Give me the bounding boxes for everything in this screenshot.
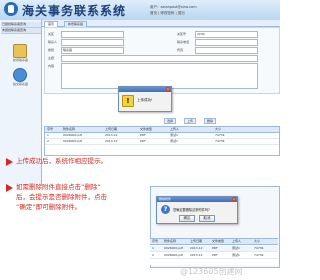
note-step-2-line3: “确定”即可删除附件。 — [16, 203, 82, 211]
form-row: 主题 — [47, 55, 277, 62]
cell: 74734 — [215, 133, 225, 137]
user-info: 用户：asianpost@sina.com — [150, 5, 197, 9]
cell: 74734 — [254, 253, 264, 257]
upload-button[interactable]: 上传 — [184, 118, 197, 124]
warning-icon: ! — [122, 95, 134, 107]
header-links[interactable]: 首页 | 修改密码 | 退出 — [150, 11, 185, 16]
column-header: 上传日期 — [105, 127, 118, 131]
globe-icon[interactable] — [13, 68, 27, 82]
cell: 2013-12 — [105, 133, 118, 137]
note-step-1: 上传成功后，系统作相应提示。 — [16, 157, 107, 165]
column-header: 文件类型 — [140, 127, 153, 131]
phone-field[interactable] — [195, 39, 258, 46]
cell: PDF — [212, 246, 218, 250]
field-label: 内容 — [48, 64, 55, 68]
close-icon[interactable]: × — [166, 87, 170, 91]
watermark: @123605创建网 — [180, 267, 243, 276]
field-label: 关区 — [48, 32, 55, 36]
form-row: 联系人 联系电话 — [47, 39, 277, 46]
table-row[interactable]: 2 0026000.pdf 2013-12 PDF 测试1 74734 — [45, 139, 279, 145]
column-header: 文件类型 — [212, 239, 225, 243]
field-label: 类别 — [48, 48, 55, 52]
cell: PDF — [140, 139, 146, 143]
cell: 测试1 — [170, 139, 178, 143]
cell: 2 — [47, 139, 49, 143]
column-header: 大小 — [254, 239, 261, 243]
cell: 测试1 — [232, 246, 240, 250]
cell: 2013-12 — [105, 139, 118, 143]
column-header: 附件名称 — [164, 239, 177, 243]
arrow-icon — [6, 158, 13, 166]
column-header: 附件名称 — [63, 127, 76, 131]
cell: PDF — [140, 133, 146, 137]
note-step-2-line2: 后，会提示是否删除附件，点击 — [16, 193, 107, 201]
subject-field[interactable] — [61, 55, 258, 62]
column-header: 序号 — [152, 239, 159, 243]
ok-button[interactable]: 确定 — [179, 215, 195, 222]
cell: 2 — [152, 253, 154, 257]
arrow-icon — [6, 184, 13, 192]
field-label: 联系电话 — [177, 40, 190, 44]
close-icon[interactable]: × — [232, 197, 236, 201]
fax-field[interactable] — [195, 47, 258, 54]
field-label: 传真 — [177, 48, 184, 52]
cell: 0026000.pdf — [63, 133, 83, 137]
table-row[interactable]: 2 0026000.pdf 2013-12 PDF 测试1 74734 — [150, 253, 278, 259]
app-title: 海关事务联系系统 — [22, 4, 127, 18]
cell: 1 — [152, 246, 154, 250]
tab-bar: 首页 新增联系函 — [42, 20, 280, 27]
sidebar-label-submit: 提交联系函 — [12, 82, 28, 86]
column-header: 上传人 — [232, 239, 242, 243]
cell: 0026000.pdf — [164, 246, 184, 250]
form-row: 类别 联系函 传真 — [47, 47, 277, 54]
dialog-title: 删除附件 — [159, 197, 172, 201]
cell: 74734 — [254, 246, 264, 250]
cell: 2013-12 — [190, 246, 203, 250]
letter-form: 关区 关区号 2244 联系人 联系电话 类别 联系函 传真 主题 内容 — [44, 27, 280, 94]
sidebar-label-add: 新增联系函 — [12, 58, 28, 62]
cell: 2013-12 — [190, 253, 203, 257]
sidebar-item-unapproved[interactable]: 未报批联系函查询 — [1, 28, 41, 34]
attachment-table: 序号 附件名称 上传日期 文件类型 上传人 大小 1 0026000.pdf 2… — [44, 126, 280, 156]
upload-success-dialog: × ! 上传成功! — [118, 86, 172, 112]
column-header: 上传人 — [170, 127, 180, 131]
cell: 0026000.pdf — [63, 139, 83, 143]
cell: PDF — [212, 253, 218, 257]
delete-confirm-dialog: 删除附件 × ? 您确定要删除这条附件吗? 确定 取消 — [156, 196, 238, 224]
field-label: 主题 — [48, 56, 55, 60]
category-select[interactable]: 联系函 — [61, 47, 124, 54]
dialog-titlebar: 删除附件 × — [157, 197, 237, 202]
cell: 测试1 — [232, 253, 240, 257]
attachment-toolbar: 选择 上传 删除 — [44, 117, 278, 124]
column-header: 上传日期 — [190, 239, 203, 243]
question-icon: ? — [161, 205, 170, 214]
table-header: 序号 附件名称 上传日期 文件类型 上传人 大小 — [150, 239, 278, 245]
cell: 1 — [47, 133, 49, 137]
document-add-icon[interactable] — [13, 44, 27, 58]
column-header: 大小 — [215, 127, 222, 131]
dialog-titlebar: × — [119, 87, 171, 92]
cell: 0026000.pdf — [164, 253, 184, 257]
customs-field[interactable] — [61, 31, 124, 38]
form-row: 关区 关区号 2244 — [47, 31, 277, 38]
cell: 测试1 — [170, 133, 178, 137]
dialog-message: 您确定要删除这条附件吗? — [173, 208, 210, 212]
column-header: 序号 — [47, 127, 54, 131]
field-label: 关区号 — [177, 32, 187, 36]
contact-field[interactable] — [61, 39, 124, 46]
customs-logo-icon — [4, 2, 18, 16]
dialog-message: 上传成功! — [137, 98, 153, 102]
note-step-2-line1: 如需删除附件直接点击“删除” — [16, 183, 101, 191]
delete-button[interactable]: 删除 — [204, 118, 217, 124]
field-label: 联系人 — [48, 40, 58, 44]
select-button[interactable]: 选择 — [164, 118, 177, 124]
attachment-table-2: 序号 附件名称 上传日期 文件类型 上传人 大小 1 0026000.pdf 2… — [150, 238, 278, 265]
cancel-button[interactable]: 取消 — [199, 215, 215, 222]
customs-code-field[interactable]: 2244 — [195, 31, 258, 38]
cell: 74734 — [215, 139, 225, 143]
table-row[interactable]: 1 0026000.pdf 2013-12 PDF 测试1 74734 — [150, 246, 278, 252]
